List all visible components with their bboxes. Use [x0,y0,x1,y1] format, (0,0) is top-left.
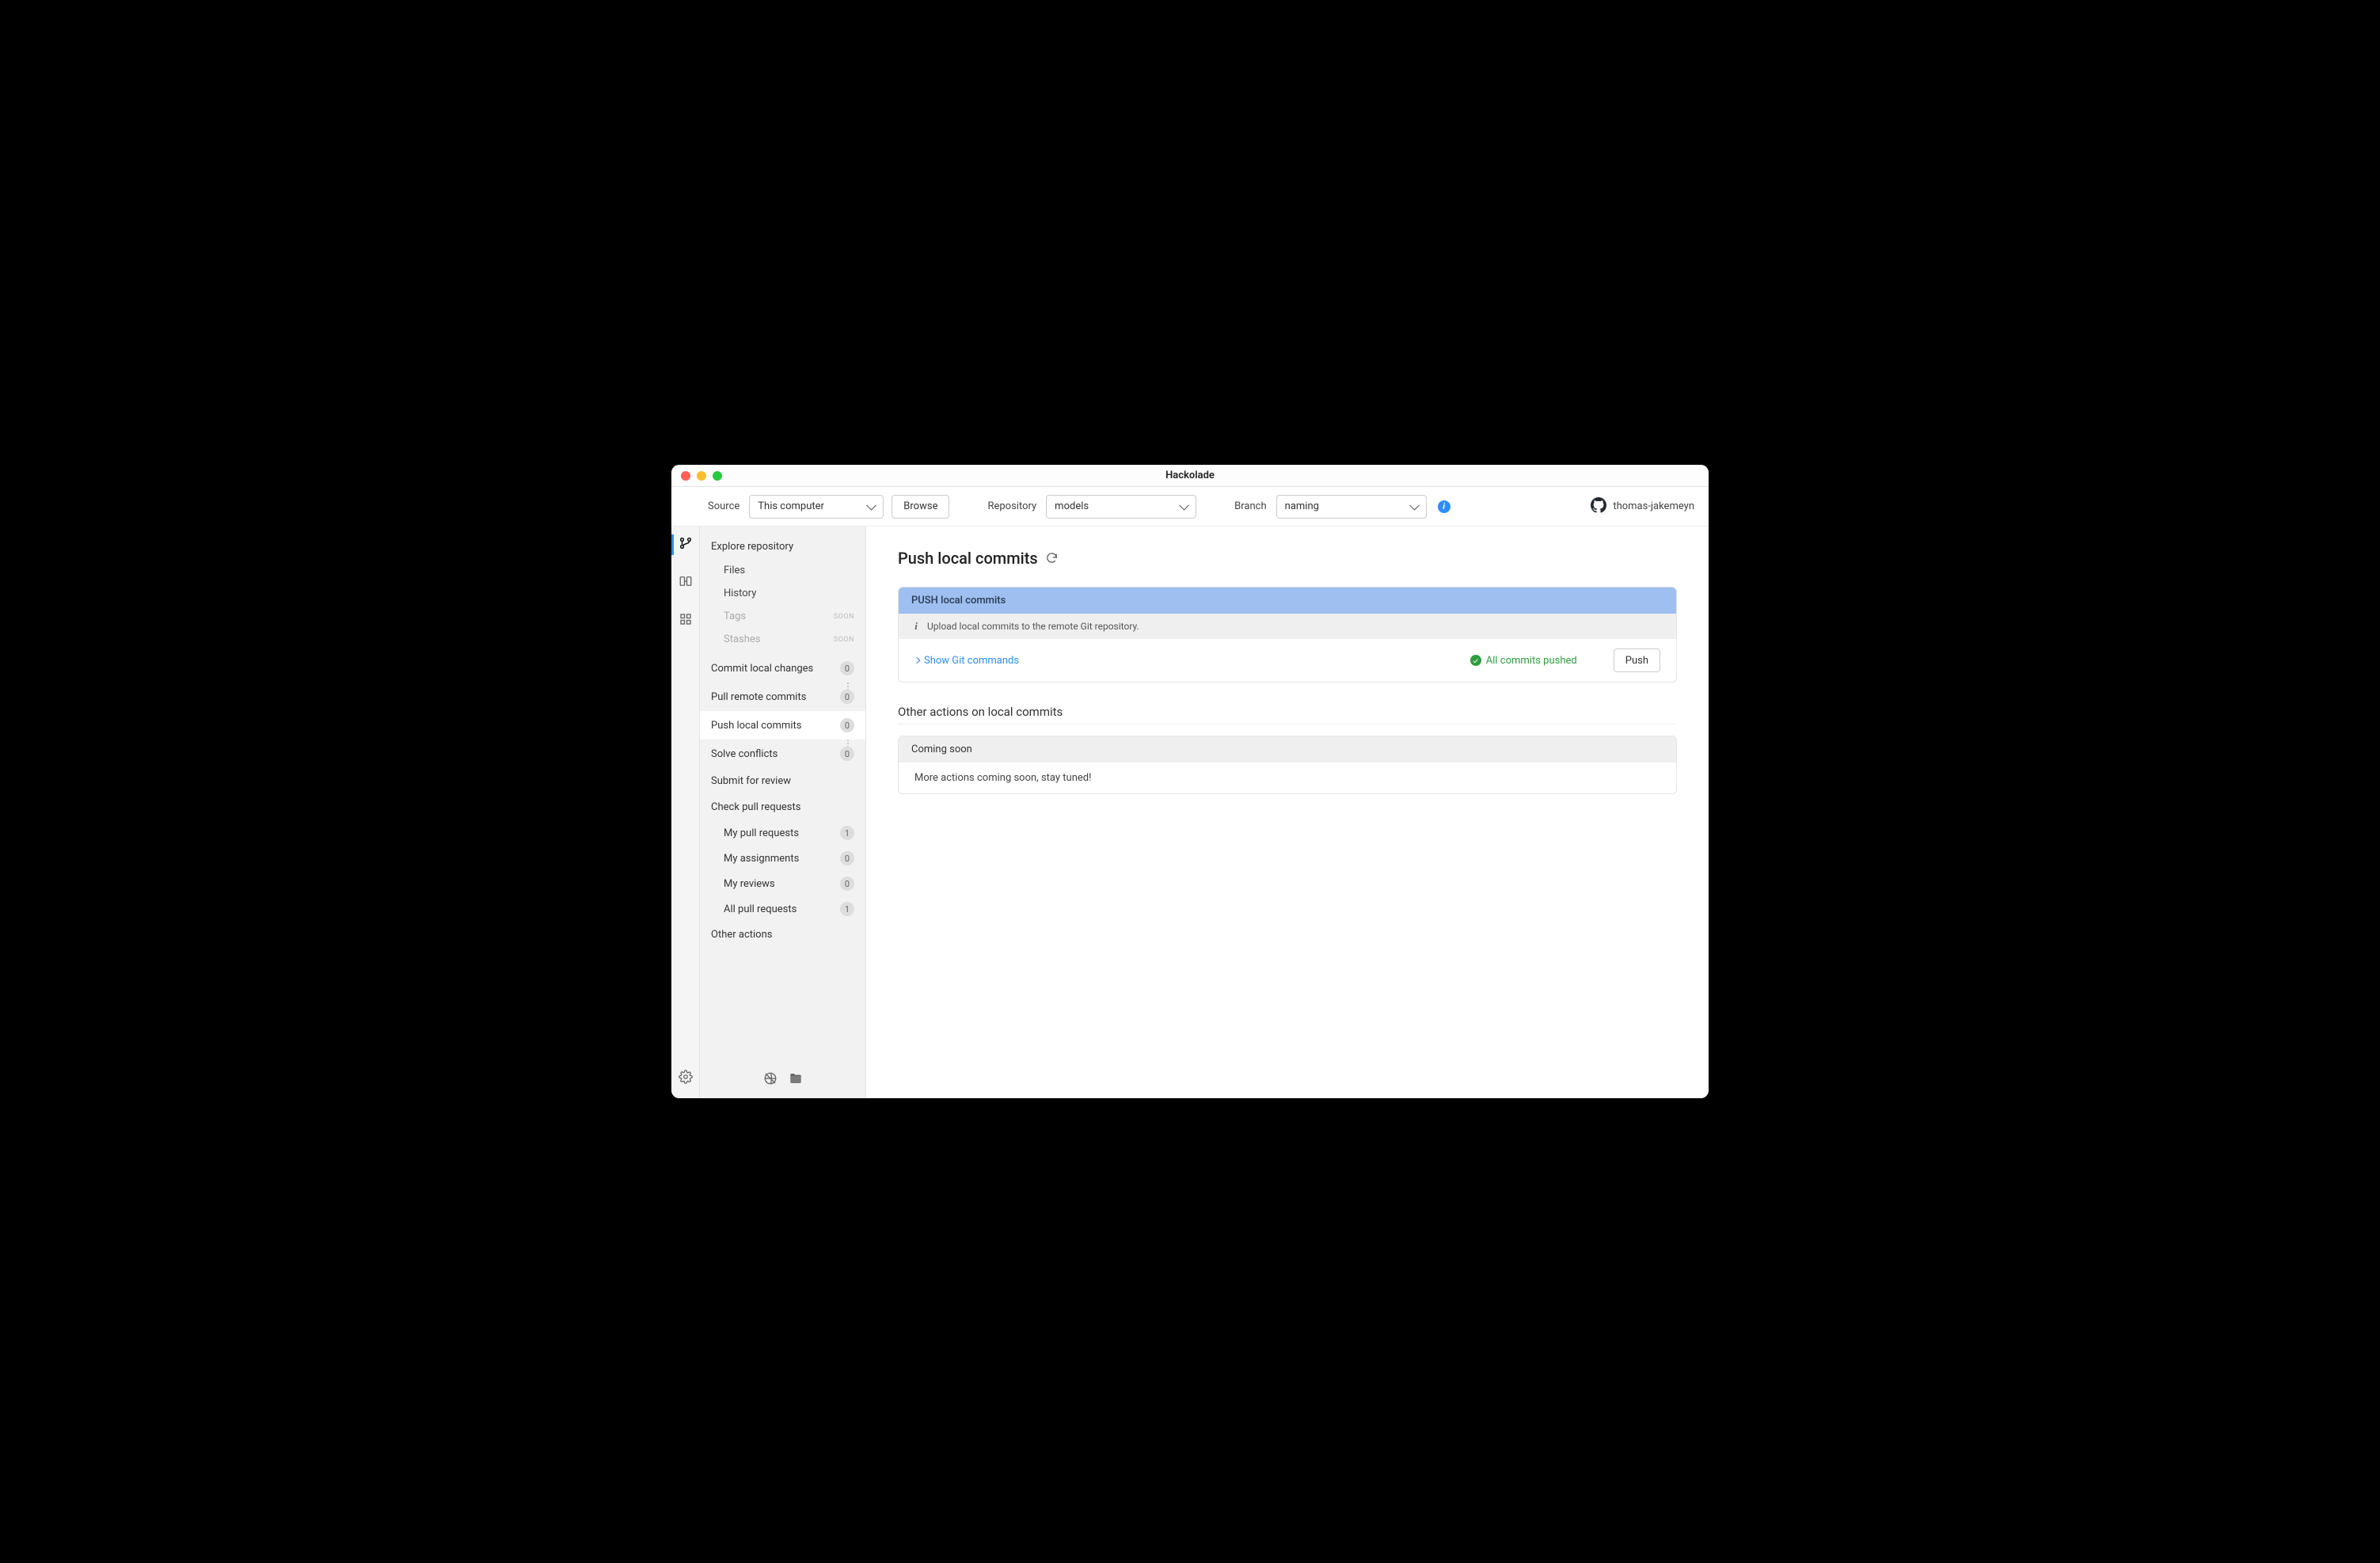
titlebar: Hackolade [671,465,1709,487]
toolbar: Source This computer Browse Repository m… [671,487,1709,527]
app-window: Hackolade Source This computer Browse Re… [671,465,1709,1098]
refresh-icon[interactable] [1046,549,1058,568]
repository-label: Repository [987,500,1036,512]
source-select-value: This computer [758,500,824,512]
repository-select[interactable]: models [1046,495,1196,519]
sidebar-item-history[interactable]: History [700,582,865,605]
minimize-window-button[interactable] [697,471,706,481]
push-panel: PUSH local commits i Upload local commit… [898,587,1677,683]
rail-settings-button[interactable] [671,1067,700,1090]
branch-icon [679,536,693,553]
rail-grid-button[interactable] [671,609,700,633]
source-select[interactable]: This computer [749,495,884,519]
sidebar-item-solve-conflicts[interactable]: Solve conflicts 0 [700,740,865,768]
browse-button[interactable]: Browse [892,495,949,519]
maximize-window-button[interactable] [713,471,722,481]
branch-select-value: naming [1285,500,1319,512]
sidebar-item-my-prs[interactable]: My pull requests 1 [700,820,865,846]
coming-soon-header: Coming soon [899,736,1676,762]
main-content: Push local commits PUSH local commits i … [866,527,1709,1098]
push-panel-info: i Upload local commits to the remote Git… [899,614,1676,639]
icon-rail [671,527,700,1098]
sidebar-item-pull[interactable]: Pull remote commits 0 [700,683,865,711]
sidebar-item-other-actions[interactable]: Other actions [700,922,865,948]
count-badge: 0 [840,877,854,891]
globe-slash-icon[interactable] [763,1071,777,1089]
count-badge: 1 [840,826,854,840]
sidebar-explore-header[interactable]: Explore repository [700,534,865,559]
github-icon [1591,497,1606,516]
sidebar: Explore repository Files History Tags SO… [700,527,866,1098]
count-badge: 0 [840,690,854,704]
show-git-commands-link[interactable]: Show Git commands [914,655,1019,667]
sidebar-item-stashes: Stashes SOON [700,628,865,651]
sidebar-item-files[interactable]: Files [700,559,865,582]
info-icon[interactable]: i [1438,500,1450,513]
soon-badge: SOON [834,636,854,644]
coming-soon-text: More actions coming soon, stay tuned! [899,762,1676,793]
push-panel-header: PUSH local commits [899,588,1676,614]
sidebar-prs-header: Check pull requests [700,794,865,820]
rail-compare-button[interactable] [671,571,700,595]
sidebar-item-my-assignments[interactable]: My assignments 0 [700,846,865,871]
info-icon: i [911,620,921,633]
push-button[interactable]: Push [1614,648,1660,672]
sidebar-item-tags: Tags SOON [700,605,865,628]
count-badge: 0 [840,851,854,865]
count-badge: 1 [840,902,854,916]
branch-select[interactable]: naming [1276,495,1427,519]
page-title: Push local commits [898,549,1677,568]
repository-select-value: models [1055,500,1089,512]
sidebar-item-my-reviews[interactable]: My reviews 0 [700,871,865,896]
coming-soon-panel: Coming soon More actions coming soon, st… [898,736,1677,794]
user-menu[interactable]: thomas-jakemeyn [1591,497,1694,516]
push-panel-body: Show Git commands All commits pushed Pus… [899,639,1676,682]
gear-icon [679,1070,693,1087]
other-actions-section-title: Other actions on local commits [898,705,1677,724]
count-badge: 0 [840,747,854,761]
sidebar-item-submit-review[interactable]: Submit for review [700,768,865,794]
soon-badge: SOON [834,613,854,621]
rail-branch-button[interactable] [671,533,700,557]
folder-icon[interactable] [789,1071,803,1089]
sidebar-item-push[interactable]: Push local commits 0 [700,711,865,740]
source-label: Source [708,500,739,512]
push-status: All commits pushed [1470,655,1577,667]
sidebar-item-commit[interactable]: Commit local changes 0 [700,654,865,683]
count-badge: 0 [840,718,854,732]
sidebar-footer [700,1062,865,1098]
branch-label: Branch [1234,500,1266,512]
check-circle-icon [1470,655,1481,666]
grid-icon [679,612,693,629]
close-window-button[interactable] [681,471,690,481]
count-badge: 0 [840,661,854,675]
traffic-lights [681,471,722,481]
sidebar-item-all-prs[interactable]: All pull requests 1 [700,896,865,922]
compare-icon [679,574,693,591]
user-name: thomas-jakemeyn [1613,500,1694,512]
window-title: Hackolade [1165,470,1215,481]
chevron-right-icon [914,657,920,664]
